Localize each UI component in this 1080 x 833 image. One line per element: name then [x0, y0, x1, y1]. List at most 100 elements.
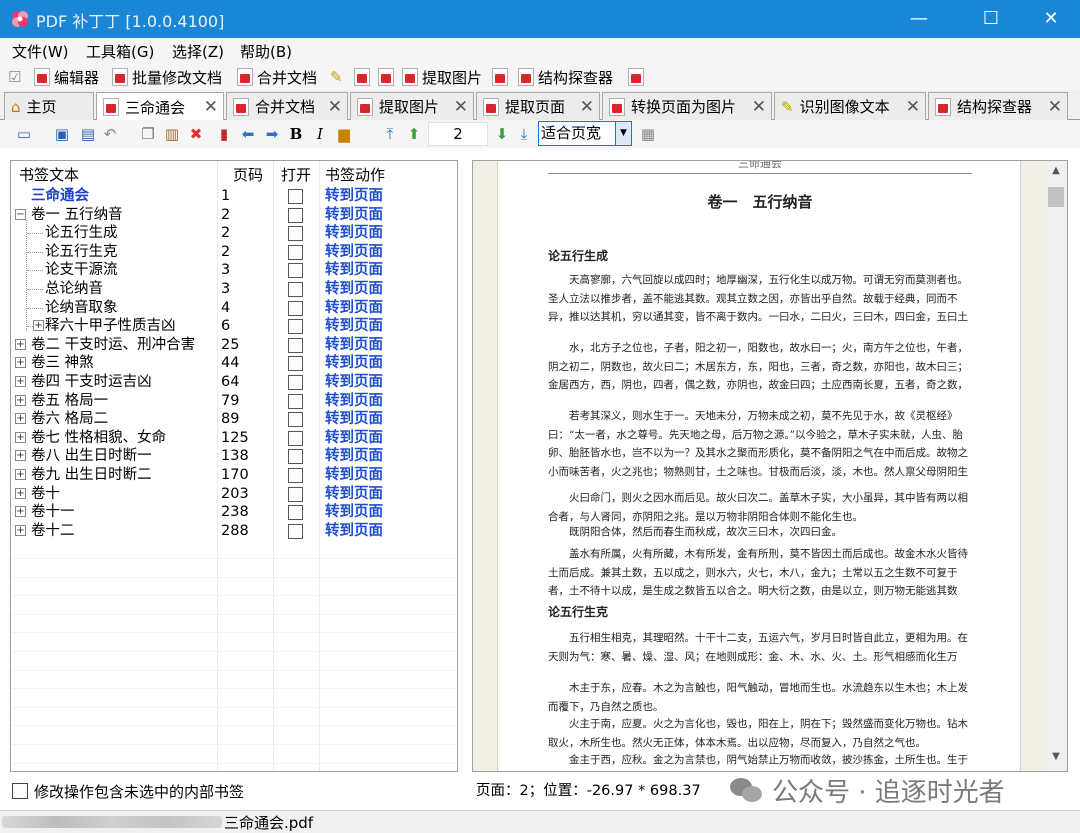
bookmark-action[interactable]: 转到页面 [325, 206, 383, 224]
include-inner-bookmarks-option[interactable]: 修改操作包含未选中的内部书签 [12, 781, 244, 801]
bookmark-name[interactable]: 卷十一 [31, 503, 75, 521]
bookmark-row[interactable]: 论五行生成 2 转到页面 [11, 224, 457, 243]
first-page-icon[interactable]: ⤒ [380, 124, 400, 144]
quick-merge-button[interactable]: 合并文档 [237, 66, 317, 88]
quick-batch-modify-button[interactable]: 批量修改文档 [112, 66, 222, 88]
paste-icon[interactable]: ▥ [162, 124, 182, 144]
bookmark-name[interactable]: 释六十甲子性质吉凶 [45, 317, 176, 335]
bookmark-page[interactable]: 125 [221, 429, 249, 447]
bookmark-action[interactable]: 转到页面 [325, 410, 383, 428]
bookmark-action[interactable]: 转到页面 [325, 392, 383, 410]
bookmark-row[interactable]: + 卷五 格局一 79 转到页面 [11, 392, 457, 411]
scroll-up-icon[interactable]: ▲ [1045, 165, 1067, 183]
bookmark-name[interactable]: 论五行生克 [45, 243, 118, 261]
delete-icon[interactable]: ✖ [186, 124, 206, 144]
bookmark-row[interactable]: 三命通会 1 转到页面 [11, 187, 457, 206]
close-tab-icon[interactable]: ✕ [580, 97, 594, 117]
tab-home[interactable]: ⌂ 主页 [4, 92, 94, 120]
page-preview[interactable]: 三命通会 卷一 五行纳音 论五行生成 天高寥廓，六气回旋以成四时；地厚幽深，五行… [472, 160, 1068, 772]
bookmark-tree[interactable]: 书签文本 页码 打开 书签动作 三命通会 1 转到页面 − 卷一 五行纳音 2 转到页面 论五… [10, 160, 458, 772]
bookmark-action[interactable]: 转到页面 [325, 466, 383, 484]
close-tab-icon[interactable]: ✕ [1048, 97, 1062, 117]
bookmark-row[interactable]: + 卷十一 238 转到页面 [11, 503, 457, 522]
quick-convert-icon[interactable] [492, 66, 508, 88]
bookmark-page[interactable]: 2 [221, 206, 230, 224]
close-tab-icon[interactable]: ✕ [906, 97, 920, 117]
expand-icon[interactable]: + [15, 524, 26, 536]
bookmark-name[interactable]: 卷七 性格相貌、女命 [31, 429, 166, 447]
bookmark-row[interactable]: + 卷四 干支时运吉凶 64 转到页面 [11, 373, 457, 392]
bookmark-row[interactable]: + 卷八 出生日时断一 138 转到页面 [11, 447, 457, 466]
quick-bookmark-icon[interactable] [354, 66, 370, 88]
bookmark-row[interactable]: 总论纳音 3 转到页面 [11, 280, 457, 299]
chevron-down-icon[interactable]: ▼ [615, 122, 631, 145]
new-document-icon[interactable]: ▭ [14, 124, 34, 144]
bookmark-name[interactable]: 论五行生成 [45, 224, 118, 242]
bookmark-action[interactable]: 转到页面 [325, 336, 383, 354]
collapse-icon[interactable]: − [15, 208, 26, 220]
header-open[interactable]: 打开 [281, 164, 311, 185]
expand-icon[interactable]: + [15, 338, 26, 350]
bookmark-page[interactable]: 288 [221, 522, 249, 540]
bookmark-page[interactable]: 25 [221, 336, 239, 354]
bold-button[interactable]: B [286, 124, 306, 144]
page-number-input[interactable]: 2 [428, 122, 488, 146]
open-checkbox[interactable] [288, 449, 303, 465]
bookmark-action[interactable]: 转到页面 [325, 261, 383, 279]
expand-icon[interactable]: + [15, 506, 26, 518]
bookmark-row[interactable]: 论纳音取象 4 转到页面 [11, 299, 457, 318]
close-tab-icon[interactable]: ✕ [204, 97, 218, 117]
bookmark-name[interactable]: 卷二 干支时运、刑冲合害 [31, 336, 195, 354]
bookmark-page[interactable]: 4 [221, 299, 230, 317]
scroll-thumb[interactable] [1048, 187, 1064, 207]
expand-icon[interactable]: + [15, 487, 26, 499]
bookmark-action[interactable]: 转到页面 [325, 485, 383, 503]
open-checkbox[interactable] [288, 189, 303, 204]
close-tab-icon[interactable]: ✕ [752, 97, 766, 117]
bookmark-row[interactable]: + 卷六 格局二 89 转到页面 [11, 410, 457, 429]
bookmark-page[interactable]: 64 [221, 373, 239, 391]
quick-structure-button[interactable]: 结构探查器 [518, 66, 613, 88]
save-as-icon[interactable]: ▤ [78, 124, 98, 144]
bookmark-name[interactable]: 三命通会 [31, 187, 89, 205]
open-checkbox[interactable] [288, 263, 303, 279]
bookmark-row[interactable]: 论五行生克 2 转到页面 [11, 243, 457, 262]
tab-sanming[interactable]: 三命通会 ✕ [96, 92, 224, 121]
quick-extract-pages-icon[interactable] [378, 66, 394, 88]
previous-page-icon[interactable]: ⬆ [404, 124, 424, 144]
bookmark-action[interactable]: 转到页面 [325, 447, 383, 465]
undo-icon[interactable]: ↶ [100, 124, 120, 144]
open-checkbox[interactable] [288, 375, 303, 390]
bookmark-icon[interactable]: ▮ [214, 124, 234, 144]
close-tab-icon[interactable]: ✕ [454, 97, 468, 117]
bookmark-page[interactable]: 3 [221, 261, 230, 279]
bookmark-page[interactable]: 138 [221, 447, 249, 465]
bookmark-page[interactable]: 238 [221, 503, 249, 521]
open-checkbox[interactable] [288, 486, 303, 502]
bookmark-row[interactable]: + 释六十甲子性质吉凶 6 转到页面 [11, 317, 457, 336]
bookmark-row[interactable]: − 卷一 五行纳音 2 转到页面 [11, 206, 457, 225]
bookmark-name[interactable]: 卷一 五行纳音 [31, 206, 123, 224]
save-icon[interactable]: ▣ [52, 124, 72, 144]
bookmark-row[interactable]: + 卷二 干支时运、刑冲合害 25 转到页面 [11, 336, 457, 355]
open-checkbox[interactable] [288, 412, 303, 428]
bookmark-row[interactable]: + 卷十二 288 转到页面 [11, 522, 457, 541]
scroll-down-icon[interactable]: ▼ [1045, 751, 1067, 769]
tab-merge[interactable]: 合并文档 ✕ [226, 92, 348, 120]
close-button[interactable]: ✕ [1028, 0, 1074, 38]
expand-icon[interactable]: + [15, 357, 26, 369]
bookmark-name[interactable]: 卷三 神煞 [31, 354, 94, 372]
bookmark-page[interactable]: 1 [221, 187, 230, 205]
last-page-icon[interactable]: ⤓ [514, 124, 534, 144]
quick-ocr-icon[interactable]: ✎ [330, 66, 343, 88]
bookmark-name[interactable]: 总论纳音 [45, 280, 103, 298]
bookmark-action[interactable]: 转到页面 [325, 354, 383, 372]
include-inner-checkbox[interactable] [12, 783, 28, 799]
arrow-left-icon[interactable]: ⬅ [238, 124, 258, 144]
bookmark-row[interactable]: + 卷十 203 转到页面 [11, 485, 457, 504]
bookmark-name[interactable]: 卷六 格局二 [31, 410, 108, 428]
tab-ocr[interactable]: ✎ 识别图像文本 ✕ [774, 92, 926, 120]
tab-extract-images[interactable]: 提取图片 ✕ [350, 92, 474, 120]
bookmark-name[interactable]: 卷五 格局一 [31, 392, 108, 410]
open-checkbox[interactable] [288, 393, 303, 409]
